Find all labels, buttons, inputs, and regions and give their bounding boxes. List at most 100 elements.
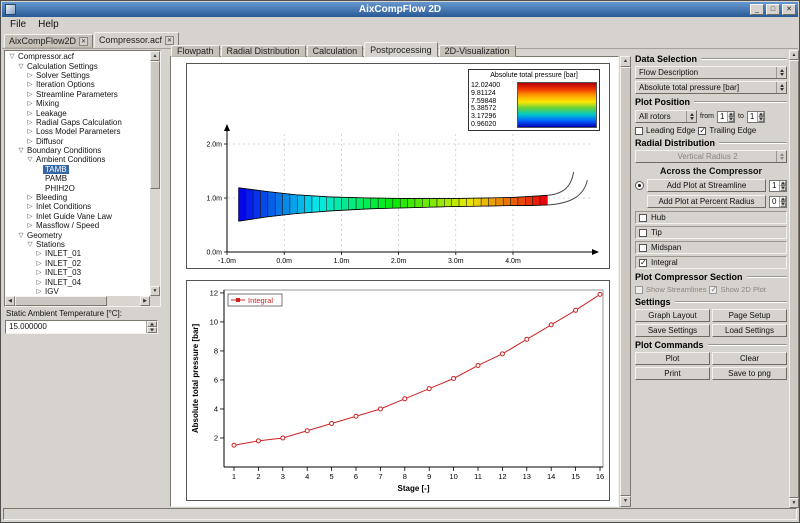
clear-button[interactable]: Clear (712, 352, 787, 365)
percent-radius-spinner[interactable]: 0 (769, 196, 787, 208)
tree-expander-icon[interactable]: ▷ (26, 221, 34, 230)
spin-down-icon[interactable] (147, 327, 157, 333)
tab-calculation[interactable]: Calculation (307, 45, 364, 57)
leading-edge-checkbox[interactable]: Leading Edge (635, 126, 695, 135)
scroll-down-icon[interactable] (620, 496, 631, 507)
tree-item-bleeding[interactable]: ▷Bleeding (6, 193, 149, 202)
maximize-icon[interactable]: □ (766, 4, 780, 15)
tree-expander-icon[interactable]: ▷ (26, 99, 34, 108)
add-plot-at-streamline-button[interactable]: Add Plot at Streamline (647, 179, 766, 192)
tree-expander-icon[interactable]: ▷ (35, 278, 43, 287)
tree-expander-icon[interactable]: ▷ (26, 193, 34, 202)
graph-layout-button[interactable]: Graph Layout (635, 309, 710, 322)
tree-item-compressor-acf[interactable]: ▽Compressor.acf (6, 52, 149, 61)
tree-expander-icon[interactable]: ▽ (8, 52, 16, 61)
minimize-icon[interactable]: _ (750, 4, 764, 15)
save-to-png-button[interactable]: Save to png (712, 367, 787, 380)
rotor-selection-combo[interactable]: All rotors (635, 110, 697, 123)
tree-item-radial-gaps-calculation[interactable]: ▷Radial Gaps Calculation (6, 118, 149, 127)
checkbox-box[interactable] (635, 127, 643, 135)
tree-item-calculation-settings[interactable]: ▽Calculation Settings (6, 61, 149, 70)
to-value[interactable]: 1 (748, 112, 757, 122)
scrollbar-thumb[interactable] (789, 60, 799, 498)
tab-2d-visualization[interactable]: 2D-Visualization (439, 45, 516, 57)
tree-item-leakage[interactable]: ▷Leakage (6, 108, 149, 117)
scrollbar-thumb[interactable] (15, 296, 107, 306)
tree-expander-icon[interactable]: ▷ (26, 202, 34, 211)
tree-item-stations[interactable]: ▽Stations (6, 240, 149, 249)
spin-down-icon[interactable] (758, 117, 764, 122)
print-button[interactable]: Print (635, 367, 710, 380)
menu-help[interactable]: Help (32, 19, 65, 30)
tree-item-ambient-conditions[interactable]: ▽Ambient Conditions (6, 155, 149, 164)
checkbox-box[interactable] (639, 214, 647, 222)
combo-arrows-icon[interactable] (686, 111, 696, 122)
tree-item-loss-model-parameters[interactable]: ▷Loss Model Parameters (6, 127, 149, 136)
titlebar[interactable]: AixCompFlow 2D _ □ ✕ (2, 2, 798, 17)
tree-item-inlet-guide-vane-law[interactable]: ▷Inlet Guide Vane Law (6, 212, 149, 221)
combo-arrows-icon[interactable] (776, 67, 786, 78)
tree-item-inlet-02[interactable]: ▷INLET_02 (6, 259, 149, 268)
tab-radial-distribution[interactable]: Radial Distribution (221, 45, 306, 57)
scroll-up-icon[interactable] (150, 51, 160, 61)
percent-radius-value[interactable]: 0 (770, 197, 779, 207)
tree-item-inlet-03[interactable]: ▷INLET_03 (6, 268, 149, 277)
streamline-number-value[interactable]: 1 (770, 181, 779, 191)
tree-item-pamb[interactable]: PAMB (6, 174, 149, 183)
tree-expander-icon[interactable]: ▷ (35, 268, 43, 277)
tree-expander-icon[interactable]: ▽ (26, 155, 34, 164)
tree-expander-icon[interactable]: ▷ (35, 249, 43, 258)
tree-expander-icon[interactable]: ▷ (26, 118, 34, 127)
tree-item-igv[interactable]: ▷IGV (6, 287, 149, 295)
static-ambient-temperature-input[interactable]: 15.000000 (5, 320, 158, 334)
tree-expander-icon[interactable]: ▷ (26, 90, 34, 99)
scroll-left-icon[interactable] (5, 296, 15, 306)
doc-tab-aixcompflow2d[interactable]: AixCompFlow2D✕ (4, 34, 93, 48)
doc-tab-compressor-acf[interactable]: Compressor.acf✕ (94, 32, 179, 48)
tree-item-boundary-conditions[interactable]: ▽Boundary Conditions (6, 146, 149, 155)
menu-file[interactable]: File (4, 19, 32, 30)
tree-item-inlet-01[interactable]: ▷INLET_01 (6, 249, 149, 258)
static-ambient-temperature-value[interactable]: 15.000000 (6, 321, 146, 333)
save-settings-button[interactable]: Save Settings (635, 324, 710, 337)
to-spinner[interactable]: 1 (747, 111, 765, 123)
streamline-radio[interactable] (635, 181, 644, 190)
tree-expander-icon[interactable]: ▷ (26, 137, 34, 146)
combo-arrows-icon[interactable] (776, 82, 786, 93)
tab-postprocessing[interactable]: Postprocessing (364, 42, 438, 57)
tree-item-inlet-conditions[interactable]: ▷Inlet Conditions (6, 202, 149, 211)
tree-expander-icon[interactable]: ▷ (26, 109, 34, 118)
tree-expander-icon[interactable]: ▷ (35, 287, 43, 295)
tree-expander-icon[interactable]: ▷ (26, 127, 34, 136)
tree-horizontal-scrollbar[interactable] (5, 296, 150, 306)
tree-expander-icon[interactable]: ▽ (26, 240, 34, 249)
load-settings-button[interactable]: Load Settings (712, 324, 787, 337)
tree-expander-icon[interactable]: ▷ (26, 71, 34, 80)
add-plot-at-percent-radius-button[interactable]: Add Plot at Percent Radius (647, 195, 766, 208)
spin-down-icon[interactable] (780, 186, 786, 191)
from-spinner[interactable]: 1 (717, 111, 735, 123)
scroll-up-icon[interactable] (789, 50, 799, 60)
checkbox-box[interactable] (639, 244, 647, 252)
midspan-checkbox-row[interactable]: Midspan (635, 241, 787, 254)
tip-checkbox-row[interactable]: Tip (635, 226, 787, 239)
spin-down-icon[interactable] (728, 117, 734, 122)
page-setup-button[interactable]: Page Setup (712, 309, 787, 322)
scroll-down-icon[interactable] (150, 286, 160, 296)
tree-expander-icon[interactable]: ▽ (17, 146, 25, 155)
tree-item-geometry[interactable]: ▽Geometry (6, 230, 149, 239)
tree-item-inlet-04[interactable]: ▷INLET_04 (6, 277, 149, 286)
tree-vertical-scrollbar[interactable] (150, 51, 160, 296)
quantity-combo[interactable]: Absolute total pressure [bar] (635, 81, 787, 94)
tree-item-solver-settings[interactable]: ▷Solver Settings (6, 71, 149, 80)
scroll-right-icon[interactable] (140, 296, 150, 306)
tree-item-tamb[interactable]: TAMB (6, 165, 149, 174)
tab-close-icon[interactable]: ✕ (79, 37, 88, 46)
tab-flowpath[interactable]: Flowpath (171, 45, 220, 57)
checkbox-box[interactable] (639, 229, 647, 237)
tree-expander-icon[interactable]: ▷ (26, 212, 34, 221)
data-type-combo[interactable]: Flow Description (635, 66, 787, 79)
scroll-up-icon[interactable] (620, 56, 631, 67)
checkbox-box[interactable] (639, 259, 647, 267)
integral-checkbox-row[interactable]: Integral (635, 256, 787, 269)
